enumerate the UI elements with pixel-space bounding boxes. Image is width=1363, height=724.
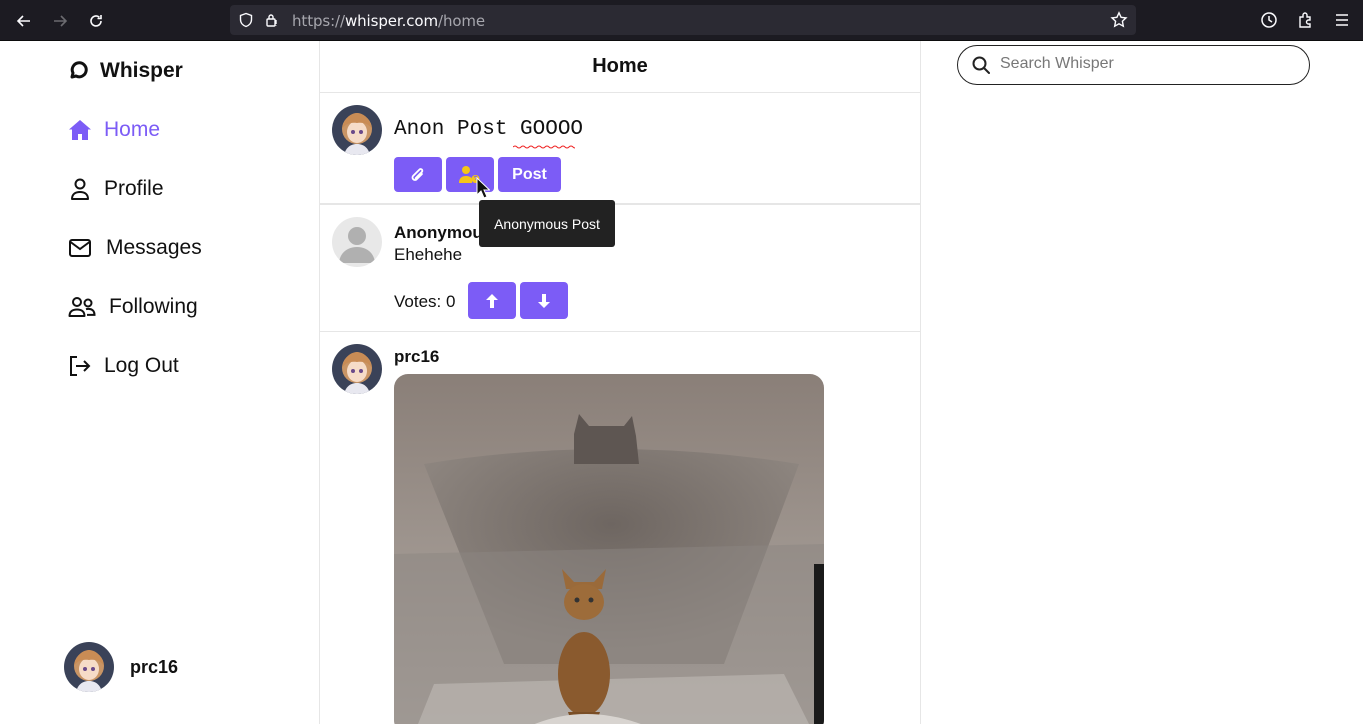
star-icon[interactable]: [1110, 11, 1128, 29]
search-icon: [972, 56, 990, 74]
post-text: Ehehehe: [394, 245, 463, 264]
post-author[interactable]: Anonymous: [394, 223, 492, 243]
page: Whisper Home Profile Messages Following …: [0, 41, 1363, 724]
history-button[interactable]: [1258, 9, 1280, 31]
user-icon: [68, 177, 92, 201]
paperclip-icon: [411, 167, 424, 181]
home-icon: [68, 118, 92, 142]
sidebar-item-label: Profile: [104, 177, 164, 200]
cat-photo: [394, 374, 824, 724]
post-image[interactable]: [394, 374, 824, 724]
post-input[interactable]: [394, 118, 874, 141]
avatar: [332, 105, 382, 155]
sidebar-item-following[interactable]: Following: [68, 295, 198, 319]
hamburger-icon: [1336, 14, 1348, 26]
back-button[interactable]: [11, 8, 37, 34]
envelope-icon: [68, 236, 92, 260]
avatar: [64, 642, 114, 692]
sidebar-item-label: Following: [109, 295, 198, 318]
tooltip: Anonymous Post: [479, 200, 615, 247]
users-icon: [68, 295, 96, 319]
url-bar[interactable]: https://whisper.com/home: [230, 5, 1136, 35]
search-box[interactable]: [957, 45, 1310, 85]
menu-button[interactable]: [1331, 9, 1353, 31]
spellcheck-underline: [513, 145, 575, 149]
avatar: [332, 344, 382, 394]
reload-icon: [90, 15, 102, 27]
url-host: whisper.com: [344, 12, 438, 30]
downvote-button[interactable]: [520, 282, 568, 319]
sidebar: Whisper Home Profile Messages Following …: [0, 41, 320, 724]
arrow-down-icon: [538, 293, 550, 308]
post-button[interactable]: Post: [498, 157, 561, 192]
username: prc16: [130, 656, 179, 677]
whisper-logo-icon: [70, 61, 88, 79]
forward-button[interactable]: [47, 8, 73, 34]
sidebar-item-home[interactable]: Home: [68, 118, 160, 142]
lock-icon[interactable]: [264, 12, 280, 28]
feed: Home Post Anonymous Ehehehe Votes: 0: [320, 41, 921, 724]
sidebar-item-label: Messages: [106, 236, 202, 259]
clock-icon: [1261, 12, 1277, 28]
shield-icon: [239, 12, 253, 28]
reload-button[interactable]: [83, 8, 109, 34]
logout-icon: [68, 354, 92, 378]
post-composer: Post: [320, 93, 920, 205]
arrow-left-icon: [16, 15, 30, 27]
sidebar-item-label: Log Out: [104, 354, 179, 377]
attach-button[interactable]: [394, 157, 442, 192]
sidebar-item-logout[interactable]: Log Out: [68, 354, 179, 378]
default-avatar: [332, 217, 382, 267]
url-text[interactable]: https://whisper.com/home: [292, 12, 485, 30]
sidebar-item-messages[interactable]: Messages: [68, 236, 202, 260]
upvote-button[interactable]: [468, 282, 516, 319]
post-card: Anonymous Ehehehe Votes: 0: [320, 205, 920, 332]
browser-toolbar: https://whisper.com/home: [0, 0, 1363, 41]
post-author[interactable]: prc16: [394, 347, 439, 367]
brand-logo[interactable]: Whisper: [68, 59, 183, 83]
url-scheme: https://: [292, 12, 345, 30]
url-path: /home: [437, 12, 486, 30]
arrow-right-icon: [54, 15, 68, 27]
current-user[interactable]: prc16: [64, 642, 178, 692]
arrow-up-icon: [486, 293, 498, 308]
extensions-button[interactable]: [1295, 9, 1317, 31]
puzzle-icon: [1299, 12, 1311, 28]
brand-name: Whisper: [100, 59, 183, 82]
sidebar-item-profile[interactable]: Profile: [68, 177, 164, 201]
post-card: prc16: [320, 332, 920, 724]
vote-count: Votes: 0: [394, 292, 456, 311]
mouse-cursor-icon: [476, 177, 490, 199]
page-title: Home: [320, 41, 920, 93]
search-input[interactable]: [1000, 55, 1290, 73]
sidebar-item-label: Home: [104, 118, 161, 141]
